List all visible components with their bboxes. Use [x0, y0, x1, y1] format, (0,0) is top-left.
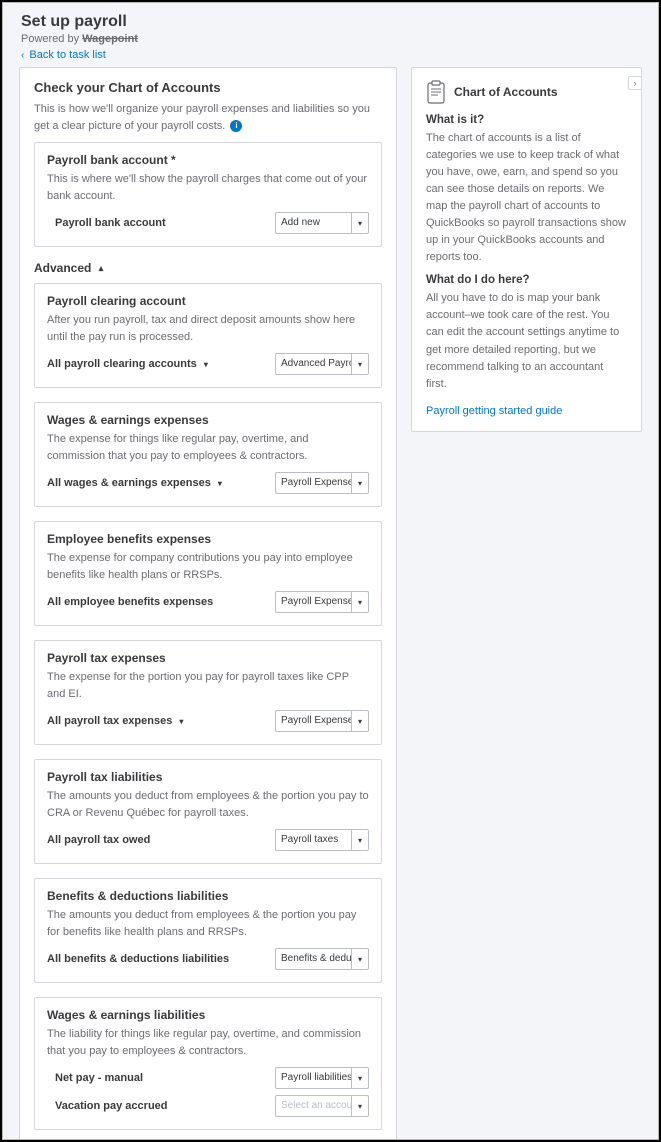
- chevron-down-icon: ▾: [218, 479, 222, 488]
- tax-liab-row-label: All payroll tax owed: [47, 834, 267, 846]
- tax-exp-select-value[interactable]: Payroll Expenses:T: [275, 710, 351, 732]
- clearing-title: Payroll clearing account: [47, 294, 369, 308]
- main-panel: Check your Chart of Accounts This is how…: [19, 67, 397, 1140]
- back-to-task-list-link[interactable]: ‹ Back to task list: [21, 49, 106, 61]
- clipboard-icon: [426, 80, 446, 104]
- help-panel: › Chart of Accounts What is it? The char…: [411, 67, 642, 432]
- wages-exp-desc: The expense for things like regular pay,…: [47, 431, 369, 464]
- tax-liab-title: Payroll tax liabilities: [47, 770, 369, 784]
- coa-section-title: Check your Chart of Accounts: [34, 80, 382, 95]
- bank-account-select-value[interactable]: Add new: [275, 212, 351, 234]
- wages-exp-title: Wages & earnings expenses: [47, 413, 369, 427]
- page-title: Set up payroll: [21, 13, 640, 31]
- powered-by: Powered by Wagepoint: [21, 33, 640, 45]
- tax-liab-select[interactable]: Payroll taxes ▾: [275, 829, 369, 851]
- tax-liab-select-value[interactable]: Payroll taxes: [275, 829, 351, 851]
- chevron-up-icon: ▴: [99, 263, 104, 273]
- tax-liabilities-card: Payroll tax liabilities The amounts you …: [34, 759, 382, 864]
- chevron-left-icon: ‹: [21, 50, 24, 61]
- wages-exp-row-label[interactable]: All wages & earnings expenses ▾: [47, 477, 267, 489]
- ben-liab-select[interactable]: Benefits & deducti ▾: [275, 948, 369, 970]
- tax-exp-title: Payroll tax expenses: [47, 651, 369, 665]
- clearing-select[interactable]: Advanced Payroll c ▾: [275, 353, 369, 375]
- clearing-desc: After you run payroll, tax and direct de…: [47, 312, 369, 345]
- help-a2: All you have to do is map your bank acco…: [426, 290, 627, 392]
- tax-expenses-card: Payroll tax expenses The expense for the…: [34, 640, 382, 745]
- ben-liab-title: Benefits & deductions liabilities: [47, 889, 369, 903]
- getting-started-link[interactable]: Payroll getting started guide: [426, 405, 562, 417]
- chevron-down-icon: ▾: [179, 717, 183, 726]
- chevron-down-icon: ▾: [204, 360, 208, 369]
- vacation-select-placeholder[interactable]: Select an account: [275, 1095, 351, 1117]
- benefits-exp-row-label: All employee benefits expenses: [47, 596, 267, 608]
- benefits-exp-select-value[interactable]: Payroll Expenses:C: [275, 591, 351, 613]
- caret-down-icon[interactable]: ▾: [351, 1095, 369, 1117]
- netpay-row-label: Net pay - manual: [55, 1072, 267, 1084]
- wages-liab-title: Wages & earnings liabilities: [47, 1008, 369, 1022]
- benefits-exp-desc: The expense for company contributions yo…: [47, 550, 369, 583]
- clearing-select-value[interactable]: Advanced Payroll c: [275, 353, 351, 375]
- caret-down-icon[interactable]: ▾: [351, 212, 369, 234]
- vacation-row-label: Vacation pay accrued: [55, 1100, 267, 1112]
- bank-card-title: Payroll bank account *: [47, 153, 369, 167]
- tax-exp-desc: The expense for the portion you pay for …: [47, 669, 369, 702]
- benefits-exp-title: Employee benefits expenses: [47, 532, 369, 546]
- benefits-liabilities-card: Benefits & deductions liabilities The am…: [34, 878, 382, 983]
- wages-liab-desc: The liability for things like regular pa…: [47, 1026, 369, 1059]
- info-icon[interactable]: i: [230, 120, 242, 132]
- ben-liab-desc: The amounts you deduct from employees & …: [47, 907, 369, 940]
- help-panel-title: Chart of Accounts: [454, 85, 558, 99]
- close-icon[interactable]: ›: [628, 76, 642, 90]
- bank-row-label: Payroll bank account: [55, 217, 267, 229]
- ben-liab-select-value[interactable]: Benefits & deducti: [275, 948, 351, 970]
- bank-account-select[interactable]: Add new ▾: [275, 212, 369, 234]
- vacation-select[interactable]: Select an account ▾: [275, 1095, 369, 1117]
- tax-exp-row-label[interactable]: All payroll tax expenses ▾: [47, 715, 267, 727]
- help-a1: The chart of accounts is a list of categ…: [426, 130, 627, 266]
- coa-intro: This is how we'll organize your payroll …: [34, 101, 382, 134]
- clearing-account-card: Payroll clearing account After you run p…: [34, 283, 382, 388]
- caret-down-icon[interactable]: ▾: [351, 710, 369, 732]
- wages-expenses-card: Wages & earnings expenses The expense fo…: [34, 402, 382, 507]
- benefits-exp-select[interactable]: Payroll Expenses:C ▾: [275, 591, 369, 613]
- caret-down-icon[interactable]: ▾: [351, 591, 369, 613]
- help-q2: What do I do here?: [426, 274, 627, 286]
- wages-liabilities-card: Wages & earnings liabilities The liabili…: [34, 997, 382, 1130]
- caret-down-icon[interactable]: ▾: [351, 829, 369, 851]
- netpay-select[interactable]: Payroll liabilities ▾: [275, 1067, 369, 1089]
- clearing-row-label[interactable]: All payroll clearing accounts ▾: [47, 358, 267, 370]
- payroll-bank-account-card: Payroll bank account * This is where we'…: [34, 142, 382, 247]
- wagepoint-logo: Wagepoint: [82, 33, 138, 45]
- tax-exp-select[interactable]: Payroll Expenses:T ▾: [275, 710, 369, 732]
- ben-liab-row-label: All benefits & deductions liabilities: [47, 953, 267, 965]
- bank-card-desc: This is where we'll show the payroll cha…: [47, 171, 369, 204]
- caret-down-icon[interactable]: ▾: [351, 353, 369, 375]
- netpay-select-value[interactable]: Payroll liabilities: [275, 1067, 351, 1089]
- wages-exp-select[interactable]: Payroll Expenses:V ▾: [275, 472, 369, 494]
- caret-down-icon[interactable]: ▾: [351, 1067, 369, 1089]
- caret-down-icon[interactable]: ▾: [351, 948, 369, 970]
- help-q1: What is it?: [426, 114, 627, 126]
- benefits-expenses-card: Employee benefits expenses The expense f…: [34, 521, 382, 626]
- wages-exp-select-value[interactable]: Payroll Expenses:V: [275, 472, 351, 494]
- caret-down-icon[interactable]: ▾: [351, 472, 369, 494]
- tax-liab-desc: The amounts you deduct from employees & …: [47, 788, 369, 821]
- advanced-toggle[interactable]: Advanced ▴: [20, 261, 396, 283]
